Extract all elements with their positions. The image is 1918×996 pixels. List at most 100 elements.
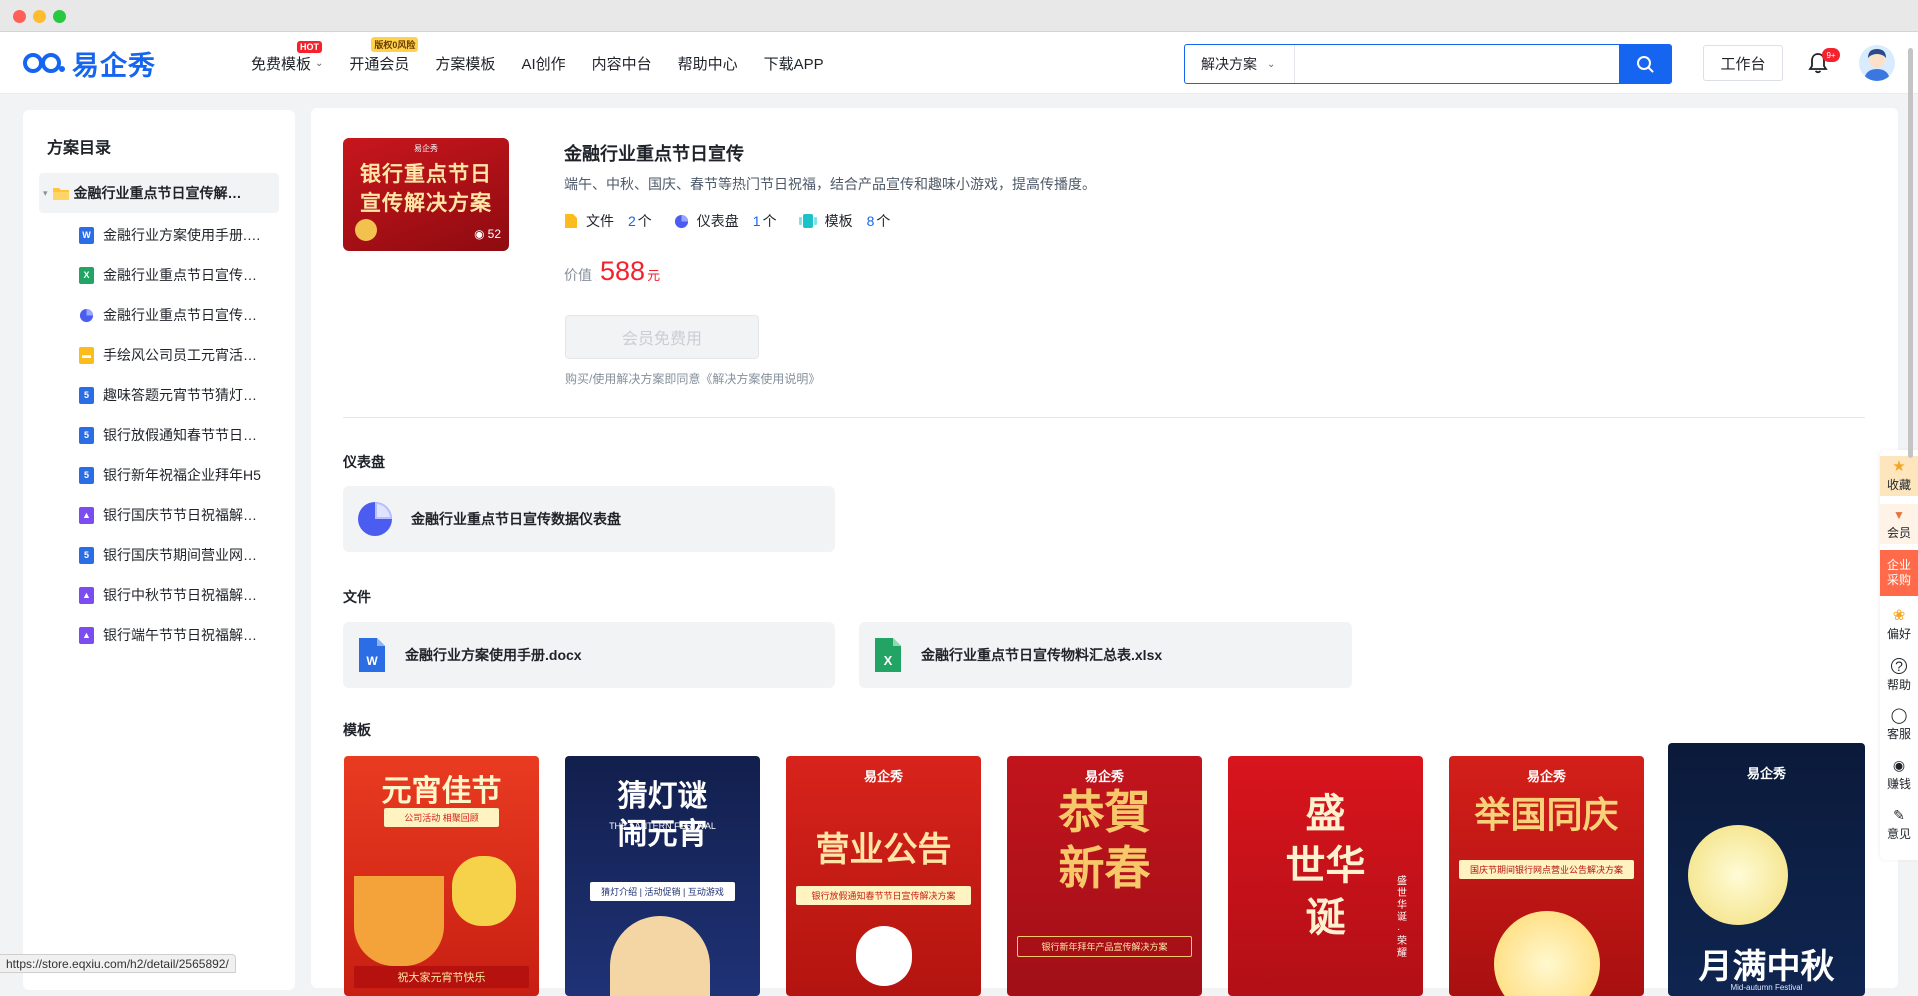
section-divider [343,417,1865,418]
file-card-label: 金融行业重点节日宣传物料汇总表.xlsx [921,647,1163,663]
edit-icon: ✎ [1893,807,1905,823]
template-subtitle: THE LANTERN FESTIVAL [609,821,716,831]
sidebar-item-dashboard[interactable]: 金融行业重点节日宣传数据仪表盘 [79,295,284,335]
solution-title: 金融行业重点节日宣传 [564,144,744,164]
rail-earn[interactable]: ◉ 赚钱 [1880,758,1918,792]
svg-text:X: X [884,653,893,668]
workbench-button[interactable]: 工作台 [1703,45,1783,81]
solution-contents-summary: 文件 2个 仪表盘 1个 模板 8个 [564,211,890,231]
template-card[interactable]: 盛 世华 诞 盛世华诞·荣耀 [1228,756,1423,996]
search-input[interactable] [1295,45,1619,83]
search-bar: 解决方案 ⌄ [1184,44,1672,84]
sidebar-item-label: 银行国庆节期间营业网点H5 [103,547,265,563]
image-icon: ▲ [79,586,94,604]
template-title: 营业公告 [815,830,952,870]
folder-icon [52,187,69,200]
minimize-window-button[interactable] [33,10,46,23]
nav-download-app[interactable]: 下载APP [764,53,824,74]
rail-preference[interactable]: ❀ 偏好 [1880,608,1918,642]
file-card-xlsx[interactable]: X 金融行业重点节日宣传物料汇总表.xlsx [859,622,1352,688]
sidebar-item-label: 金融行业方案使用手册.docx [103,227,265,243]
close-window-button[interactable] [13,10,26,23]
h5-icon: 5 [79,466,94,484]
rail-enterprise-purchase-label: 企业采购 [1886,558,1911,587]
rail-customer-service[interactable]: ◯ 客服 [1880,708,1918,742]
cover-title: 银行重点节日宣传解决方案 [360,163,492,215]
dumpling-bowl-decoration [354,876,444,966]
tree-root-label: 金融行业重点节日宣传解决方案 [73,185,244,201]
file-card-label: 金融行业方案使用手册.docx [405,647,582,663]
nav-membership[interactable]: 开通会员 版权0风险 [349,36,419,74]
sidebar-item-label: 银行端午节节日祝福解决方案海报 [103,627,265,643]
search-button[interactable] [1619,45,1671,83]
tree-root-folder[interactable]: ▾ 金融行业重点节日宣传解决方案 [39,173,279,213]
dashboard-card[interactable]: 金融行业重点节日宣传数据仪表盘 [343,486,835,552]
brand-logo[interactable]: 易企秀 [22,46,156,81]
member-free-use-button[interactable]: 会员免费用 [565,315,759,359]
nav-ai-creation[interactable]: AI创作 [521,53,565,74]
price-unit: 元 [647,268,661,283]
sidebar-item-lantern-poster[interactable]: ▬ 手绘风公司员工元宵活动海报 [79,335,284,375]
browser-status-url: https://store.eqxiu.com/h2/detail/256589… [0,954,236,973]
cover-mascot-decoration [355,219,377,241]
dashboard-count-label: 仪表盘 [696,213,739,229]
nav-help-center[interactable]: 帮助中心 [678,53,738,74]
nav-solution-templates[interactable]: 方案模板 [435,53,495,74]
avatar[interactable] [1859,45,1895,81]
rail-enterprise-purchase[interactable]: 企业采购 [1880,550,1918,596]
dashboard-count-value: 1 [752,213,761,229]
sidebar-item-spring-notice-h5[interactable]: 5 银行放假通知春节节日宣传H5 [79,415,284,455]
templates-section-title: 模板 [343,722,371,738]
rail-feedback[interactable]: ✎ 意见 [1880,808,1918,842]
template-card[interactable]: 易企秀 月满中秋 Mid-autumn Festival [1668,743,1865,996]
window-titlebar [0,0,1918,32]
template-subtitle: 银行放假通知春节节日宣传解决方案 [796,886,971,905]
sidebar-item-dragon-boat-poster[interactable]: ▲ 银行端午节节日祝福解决方案海报 [79,615,284,655]
sidebar-item-mid-autumn-poster[interactable]: ▲ 银行中秋节节日祝福解决方案海报 [79,575,284,615]
full-moon-decoration [1688,825,1788,925]
nav-content-center[interactable]: 内容中台 [592,53,652,74]
page-scrollbar[interactable] [1908,48,1913,458]
template-brand: 易企秀 [863,769,903,784]
template-card[interactable]: 易企秀 营业公告 银行放假通知春节节日宣传解决方案 [786,756,981,996]
usage-agreement-note[interactable]: 购买/使用解决方案即同意《解决方案使用说明》 [565,370,820,387]
template-icon [798,214,817,228]
view-count-value: 52 [487,227,501,241]
sidebar-item-national-day-h5[interactable]: 5 银行国庆节期间营业网点H5 [79,535,284,575]
template-title: 猜灯谜 闹元宵 [617,779,708,852]
file-count-unit: 个 [637,213,652,229]
sidebar-item-national-day-poster[interactable]: ▲ 银行国庆节节日祝福解决方案海报 [79,495,284,535]
main-nav: 免费模板 ⌄ HOT 开通会员 版权0风险 方案模板 AI创作 内容中台 帮助中… [251,32,850,94]
sidebar-item-riddle-h5[interactable]: 5 趣味答题元宵节节猜灯谜H5 [79,375,284,415]
nav-download-app-label: 下载APP [763,55,824,73]
sidebar-item-new-year-h5[interactable]: 5 银行新年祝福企业拜年H5 [79,455,284,495]
file-icon [565,214,577,228]
nav-content-center-label: 内容中台 [591,55,652,73]
chevron-down-icon: ⌄ [1267,58,1276,70]
dashboard-count-unit: 个 [762,213,777,229]
nav-free-templates-label: 免费模板 [251,55,312,73]
file-card-docx[interactable]: W 金融行业方案使用手册.docx [343,622,835,688]
template-card[interactable]: 元宵佳节 公司活动 相聚回顾 祝大家元宵节快乐 [344,756,539,996]
template-card[interactable]: 猜灯谜 闹元宵 THE LANTERN FESTIVAL 猜灯介绍 | 活动促销… [565,756,760,996]
preference-icon: ❀ [1892,607,1906,624]
solution-cover-image[interactable]: 易企秀 银行重点节日宣传解决方案 ◉ 52 [343,138,509,251]
price-value: 588 [600,256,646,286]
rail-help[interactable]: ? 帮助 [1880,658,1918,693]
nav-free-templates[interactable]: 免费模板 ⌄ HOT [251,40,323,74]
rail-favorite[interactable]: ★ 收藏 [1880,456,1918,496]
rail-member[interactable]: ▼ 会员 [1880,504,1918,544]
sidebar-item-label: 银行国庆节节日祝福解决方案海报 [103,507,265,523]
solution-description: 端午、中秋、国庆、春节等热门节日祝福，结合产品宣传和趣味小游戏，提高传播度。 [564,176,1096,192]
excel-icon: X [79,266,94,284]
template-card[interactable]: 易企秀 举国同庆 国庆节期间银行网点营业公告解决方案 [1449,756,1644,996]
eye-icon: ◉ [474,227,485,241]
template-card[interactable]: 易企秀 恭賀 新春 银行新年拜年产品宣传解决方案 [1007,756,1202,996]
pie-chart-icon [358,502,392,536]
zoom-window-button[interactable] [53,10,66,23]
dashboard-section-title: 仪表盘 [343,454,385,470]
sidebar-item-manual-docx[interactable]: W 金融行业方案使用手册.docx [79,215,284,255]
sidebar-item-summary-xlsx[interactable]: X 金融行业重点节日宣传物料汇总表.xlsx [79,255,284,295]
search-type-select[interactable]: 解决方案 ⌄ [1185,45,1295,83]
rail-customer-service-label: 客服 [1886,727,1911,741]
